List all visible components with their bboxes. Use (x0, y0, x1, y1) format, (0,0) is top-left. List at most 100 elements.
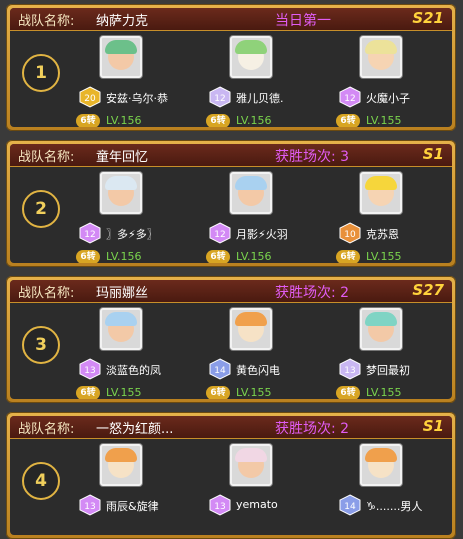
green-haired-character-avatar[interactable] (100, 36, 142, 78)
yellow-haired-character-avatar[interactable] (360, 172, 402, 214)
team-status: 获胜场次: 2 (275, 421, 350, 437)
player-level: LV.156 (236, 114, 272, 127)
medal-level: 12 (214, 230, 225, 240)
team-status: 当日第一 (275, 13, 331, 29)
team-name: 童年回忆 (96, 150, 149, 165)
avatar-hair (105, 448, 137, 462)
rank-medal-icon: 20 (79, 86, 101, 108)
medal-level: 10 (344, 230, 356, 240)
season-badge: S27 (412, 281, 444, 299)
team-name-label: 战队名称: (18, 286, 75, 301)
avatar-hair (365, 312, 397, 326)
rebirth-badge: 6转 (76, 114, 100, 127)
medal-level: 20 (84, 94, 96, 104)
team-card[interactable]: 战队名称: 一怒为红颜... 获胜场次: 2 S1 4 13 雨辰&旋律 13 yemato 14… (6, 412, 456, 539)
team-member[interactable]: 12 雅儿贝德. 6转 LV.156 (206, 34, 340, 127)
team-member[interactable]: 10 克苏恩 6转 LV.155 (336, 170, 452, 263)
rank-medal-icon: 12 (209, 222, 231, 244)
team-card-body: 战队名称: 童年回忆 获胜场次: 3 S1 2 12 〗多⚡多〗 6转 LV.156 12 月影⚡火… (10, 144, 452, 263)
avatar-hair (235, 312, 267, 326)
team-member[interactable]: 12 〗多⚡多〗 6转 LV.156 (76, 170, 210, 263)
player-name: 克苏恩 (366, 228, 399, 241)
team-member[interactable]: 14 ♑.......男人 (339, 442, 452, 532)
team-header: 战队名称: 童年回忆 获胜场次: 3 S1 (10, 144, 452, 167)
blue-haired-character-avatar[interactable] (100, 308, 142, 350)
medal-level: 13 (344, 366, 355, 376)
team-card[interactable]: 战队名称: 玛丽娜丝 获胜场次: 2 S27 3 13 淡蓝色的凤 6转 LV.155 14 黄色闪… (6, 276, 456, 403)
team-name: 一怒为红颜... (96, 422, 174, 437)
rank-medal-icon: 13 (79, 494, 101, 516)
orange-haired-character-avatar[interactable] (100, 444, 142, 486)
rank-medal-icon: 12 (209, 86, 231, 108)
player-level: LV.155 (366, 386, 402, 399)
player-name: 安兹·乌尔·恭 (106, 92, 168, 105)
avatar-hair (105, 176, 137, 190)
medal-level: 12 (84, 230, 95, 240)
team-member[interactable]: 14 黄色闪电 6转 LV.155 (206, 306, 340, 399)
season-badge: S1 (422, 417, 444, 435)
medal-level: 13 (84, 502, 95, 512)
rank-number: 1 (22, 54, 60, 92)
rebirth-badge: 6转 (206, 114, 230, 127)
team-card-body: 战队名称: 纳萨力克 当日第一 S21 1 20 安兹·乌尔·恭 6转 LV.156 12 雅儿贝德… (10, 8, 452, 127)
medal-level: 12 (214, 94, 225, 104)
blue-haired-character-avatar[interactable] (230, 172, 272, 214)
team-member[interactable]: 13 梦回最初 6转 LV.155 (336, 306, 452, 399)
team-name-label: 战队名称: (18, 422, 75, 437)
team-card-body: 战队名称: 一怒为红颜... 获胜场次: 2 S1 4 13 雨辰&旋律 13 yemato 14… (10, 416, 452, 535)
team-name: 玛丽娜丝 (96, 286, 149, 301)
player-name: ♑.......男人 (366, 500, 423, 513)
team-name: 纳萨力克 (96, 14, 149, 29)
player-name: 〗多⚡多〗 (106, 228, 158, 241)
player-name: 梦回最初 (366, 364, 410, 377)
rebirth-badge: 6转 (336, 386, 360, 399)
team-header: 战队名称: 纳萨力克 当日第一 S21 (10, 8, 452, 31)
player-level: LV.155 (366, 114, 402, 127)
medal-level: 14 (214, 366, 226, 376)
player-name: 雅儿贝德. (236, 92, 284, 105)
orange-haired-character-avatar[interactable] (230, 308, 272, 350)
team-card[interactable]: 战队名称: 童年回忆 获胜场次: 3 S1 2 12 〗多⚡多〗 6转 LV.156 12 月影⚡火… (6, 140, 456, 267)
white-haired-character-avatar[interactable] (230, 444, 272, 486)
avatar-hair (235, 40, 267, 54)
team-member[interactable]: 13 雨辰&旋律 (79, 442, 210, 532)
player-name: yemato (236, 498, 278, 511)
rank-number: 2 (22, 190, 60, 228)
rebirth-badge: 6转 (336, 250, 360, 263)
team-member[interactable]: 20 安兹·乌尔·恭 6转 LV.156 (76, 34, 210, 127)
player-name: 月影⚡火羽 (236, 228, 288, 241)
rank-number: 3 (22, 326, 60, 364)
medal-level: 13 (84, 366, 95, 376)
team-member[interactable]: 12 月影⚡火羽 6转 LV.156 (206, 170, 340, 263)
team-member[interactable]: 13 yemato (209, 442, 340, 532)
team-header: 战队名称: 一怒为红颜... 获胜场次: 2 S1 (10, 416, 452, 439)
season-badge: S1 (422, 145, 444, 163)
rank-number: 4 (22, 462, 60, 500)
avatar-hair (365, 176, 397, 190)
rank-medal-icon: 10 (339, 222, 361, 244)
teal-haired-character-avatar[interactable] (360, 308, 402, 350)
blonde-character-avatar[interactable] (360, 36, 402, 78)
rank-medal-icon: 12 (79, 222, 101, 244)
avatar-hair (365, 448, 397, 462)
sheep-character-avatar[interactable] (230, 36, 272, 78)
rebirth-badge: 6转 (76, 250, 100, 263)
rank-medal-icon: 12 (339, 86, 361, 108)
rank-medal-icon: 14 (209, 358, 231, 380)
orange-haired-character-avatar[interactable] (360, 444, 402, 486)
team-header: 战队名称: 玛丽娜丝 获胜场次: 2 S27 (10, 280, 452, 303)
player-name: 黄色闪电 (236, 364, 280, 377)
player-level: LV.155 (366, 250, 402, 263)
medal-level: 14 (344, 502, 356, 512)
white-haired-character-avatar[interactable] (100, 172, 142, 214)
medal-level: 13 (214, 502, 225, 512)
rebirth-badge: 6转 (336, 114, 360, 127)
team-member[interactable]: 12 火魔小子 6转 LV.155 (336, 34, 452, 127)
player-level: LV.155 (106, 386, 142, 399)
team-status: 获胜场次: 2 (275, 285, 350, 301)
player-level: LV.156 (106, 250, 142, 263)
rank-medal-icon: 13 (339, 358, 361, 380)
rank-medal-icon: 13 (79, 358, 101, 380)
team-card[interactable]: 战队名称: 纳萨力克 当日第一 S21 1 20 安兹·乌尔·恭 6转 LV.156 12 雅儿贝德… (6, 4, 456, 131)
team-member[interactable]: 13 淡蓝色的凤 6转 LV.155 (76, 306, 210, 399)
